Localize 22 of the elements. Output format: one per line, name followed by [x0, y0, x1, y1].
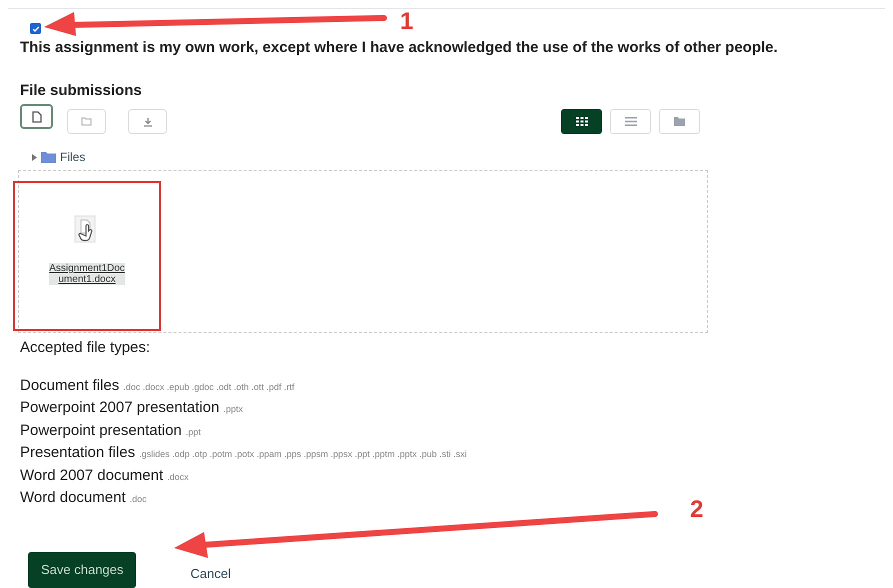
- file-extensions: .gslides .odp .otp .potm .potx .ppam .pps .ppsm .ppsx .ppt .pptm .pptx .pub .sti .sxi: [139, 448, 467, 461]
- annotation-number: 1: [400, 7, 414, 37]
- file-type-name: Word document: [20, 488, 126, 508]
- file-extensions: .doc .docx .epub .gdoc .odt .oth .ott .pdf .rtf: [123, 380, 294, 394]
- file-type-name: Powerpoint 2007 presentation: [20, 398, 220, 418]
- section-title: Accepted file types:: [20, 338, 152, 358]
- statement-text: This assignment is my own work, except where I have acknowledged the use of the works of other people.: [20, 38, 779, 58]
- file-extensions: .ppt: [186, 426, 201, 439]
- annotation-number: 2: [690, 495, 704, 525]
- file-name[interactable]: Assignment1Doc ument1.docx: [49, 263, 125, 285]
- file-type-name: Presentation files: [20, 443, 136, 463]
- save-button[interactable]: Save changes: [28, 552, 136, 588]
- section-title: File submissions: [20, 80, 143, 100]
- file-type-name: Powerpoint presentation: [20, 420, 182, 440]
- file-type-name: Word 2007 document: [20, 466, 164, 486]
- folder-link[interactable]: Files: [60, 148, 86, 166]
- file-extensions: .doc: [130, 493, 147, 506]
- file-type-name: Document files: [20, 376, 120, 396]
- file-extensions: .pptx: [223, 403, 243, 416]
- file-tile[interactable]: Assignment1Doc ument1.docx: [13, 181, 161, 331]
- cancel-link[interactable]: Cancel: [190, 564, 231, 584]
- file-extensions: .docx: [167, 470, 189, 484]
